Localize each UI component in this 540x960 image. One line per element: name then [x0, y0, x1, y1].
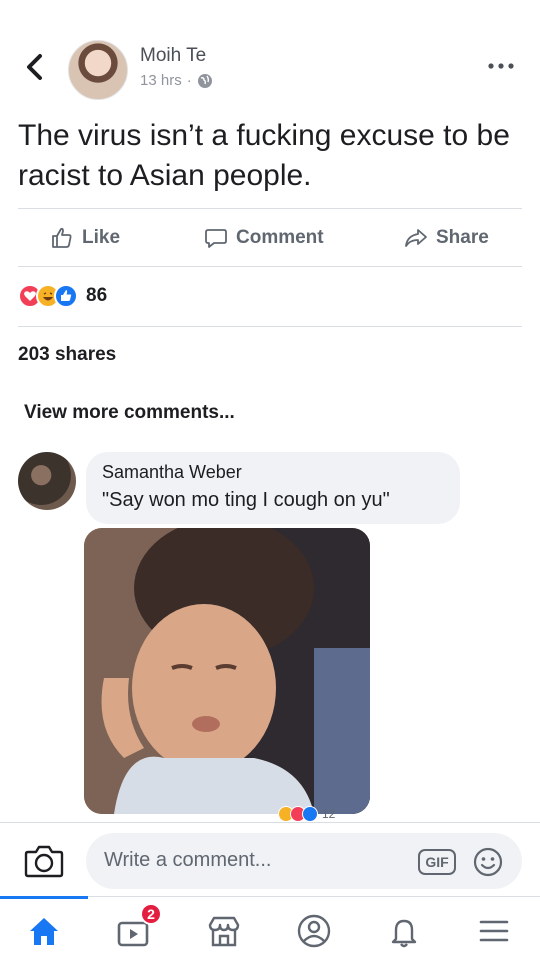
gif-button[interactable]: GIF — [418, 849, 456, 875]
share-label: Share — [436, 227, 489, 248]
back-arrow-icon[interactable] — [22, 52, 48, 82]
comment-reaction-count: 12 — [322, 807, 336, 821]
comment-bubble-icon — [205, 229, 227, 248]
commenter-avatar[interactable] — [18, 452, 76, 510]
notifications-icon[interactable] — [384, 911, 424, 951]
post-header: Moih Te 13 hrs · — [0, 0, 540, 112]
comment-button[interactable]: Comment — [204, 226, 324, 250]
view-more-comments-link[interactable]: View more comments... — [24, 402, 235, 424]
post-actions: Like Comment Share — [0, 212, 540, 266]
comment-gif-image[interactable] — [84, 528, 370, 814]
active-tab-indicator — [0, 896, 88, 899]
bottom-tab-bar: 2 — [0, 896, 540, 960]
gif-illustration — [84, 528, 370, 814]
camera-icon[interactable] — [24, 843, 64, 879]
author-name[interactable]: Moih Te — [140, 45, 206, 67]
home-icon[interactable] — [24, 911, 64, 951]
meta-separator: · — [186, 72, 192, 89]
profile-icon[interactable] — [294, 911, 334, 951]
menu-icon[interactable] — [474, 911, 514, 951]
divider — [18, 266, 522, 267]
emoji-icon[interactable] — [472, 846, 504, 878]
divider — [18, 326, 522, 327]
comment-label: Comment — [236, 227, 324, 248]
video-notification-badge: 2 — [140, 903, 162, 925]
comment-text: "Say won mo ting I cough on yu" — [102, 489, 390, 511]
marketplace-icon[interactable] — [204, 911, 244, 951]
post-time: 13 hrs — [140, 72, 182, 89]
globe-icon — [197, 73, 212, 88]
comment-input[interactable]: Write a comment... GIF — [86, 833, 522, 889]
like-label: Like — [82, 227, 121, 248]
reaction-summary[interactable]: 86 — [18, 284, 107, 308]
like-reaction-icon — [54, 284, 78, 308]
like-button[interactable]: Like — [50, 226, 120, 250]
share-arrow-icon — [405, 229, 427, 247]
more-options-icon[interactable] — [486, 56, 516, 76]
comment-input-placeholder: Write a comment... — [104, 849, 272, 871]
reaction-count: 86 — [86, 285, 108, 306]
share-count[interactable]: 203 shares — [18, 344, 116, 366]
post-text: The virus isn’t a fucking excuse to be r… — [18, 119, 510, 192]
comment-composer: Write a comment... GIF — [0, 822, 540, 896]
thumbs-up-icon — [52, 227, 72, 248]
author-avatar[interactable] — [68, 40, 128, 100]
comment-bubble: Samantha Weber "Say won mo ting I cough … — [86, 452, 460, 524]
divider — [18, 208, 522, 209]
comment-reactions[interactable]: 12 — [278, 806, 335, 822]
like-reaction-icon — [302, 806, 318, 822]
commenter-name[interactable]: Samantha Weber — [102, 462, 444, 483]
share-button[interactable]: Share — [404, 226, 489, 250]
post-meta: 13 hrs · — [140, 72, 213, 89]
